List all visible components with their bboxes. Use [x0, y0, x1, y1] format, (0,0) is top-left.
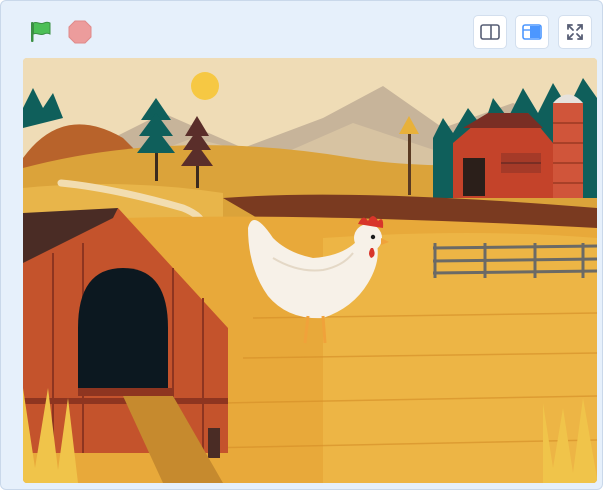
green-flag-icon — [31, 21, 51, 42]
sun-icon — [191, 72, 219, 100]
barn-icon — [453, 113, 553, 198]
stage-toolbar — [1, 1, 602, 59]
stop-icon — [68, 20, 92, 44]
small-stage-icon — [480, 24, 500, 40]
large-stage-icon — [522, 24, 542, 40]
green-flag-button[interactable] — [23, 15, 57, 49]
farm-backdrop — [23, 58, 597, 483]
silo-icon — [553, 94, 583, 198]
stop-button[interactable] — [63, 15, 97, 49]
stage-canvas[interactable] — [23, 58, 597, 483]
fullscreen-button[interactable] — [558, 15, 592, 49]
large-stage-button[interactable] — [515, 15, 549, 49]
stage-panel — [0, 0, 603, 490]
fullscreen-icon — [567, 24, 583, 40]
small-stage-button[interactable] — [473, 15, 507, 49]
